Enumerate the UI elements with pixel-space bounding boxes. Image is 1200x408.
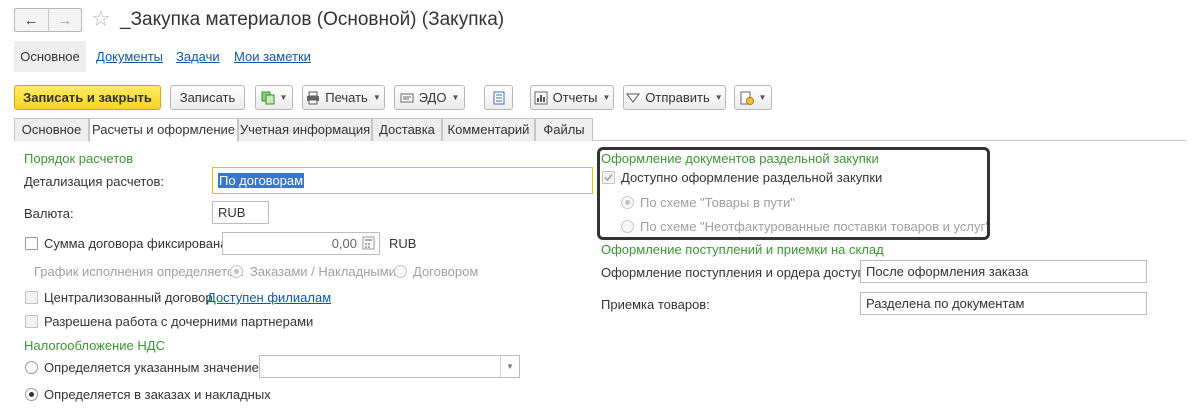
fixed-sum-label: Сумма договора фиксирована	[44, 236, 228, 251]
payment-group-title: Порядок расчетов	[24, 151, 134, 166]
tab-accounting[interactable]: Учетная информация	[238, 118, 372, 141]
chevron-down-icon: ▼	[714, 93, 723, 102]
section-documents-link[interactable]: Документы	[96, 41, 163, 72]
tab-files[interactable]: Файлы	[535, 118, 593, 141]
chevron-down-icon[interactable]: ▼	[500, 356, 519, 377]
reports-label: Отчеты	[552, 90, 598, 105]
fixed-sum-checkbox[interactable]	[25, 237, 38, 250]
schedule-orders-radio[interactable]	[230, 265, 243, 278]
forward-arrow-icon[interactable]: →	[47, 9, 82, 31]
centralized-label: Централизованный договор	[44, 290, 213, 305]
edo-icon	[400, 93, 414, 102]
vat-specified-label: Определяется указанным значением	[44, 360, 268, 375]
vat-value-select[interactable]	[259, 355, 520, 378]
acceptance-field[interactable]: Разделена по документам	[860, 292, 1147, 315]
document-settings-icon	[740, 91, 754, 105]
tab-payments[interactable]: Расчеты и оформление	[89, 118, 238, 142]
tab-main[interactable]: Основное	[14, 118, 89, 141]
tab-delivery[interactable]: Доставка	[372, 118, 442, 141]
detail-label: Детализация расчетов:	[24, 174, 164, 189]
tab-comment[interactable]: Комментарий	[442, 118, 535, 141]
schedule-orders-label: Заказами / Накладными	[250, 264, 396, 279]
fixed-sum-currency: RUB	[389, 236, 417, 251]
more-actions-button[interactable]: ▼	[734, 85, 772, 110]
acceptance-label: Приемка товаров:	[601, 297, 710, 312]
structure-button[interactable]	[484, 85, 513, 110]
fixed-sum-field[interactable]: 0,00	[222, 232, 380, 255]
send-button[interactable]: Отправить ▼	[623, 85, 726, 110]
reports-icon	[534, 91, 548, 104]
chevron-down-icon: ▼	[451, 93, 460, 102]
receipt-group-title: Оформление поступлений и приемки на скла…	[601, 242, 884, 257]
reports-button[interactable]: Отчеты ▼	[530, 85, 614, 110]
window-title: _Закупка материалов (Основной) (Закупка)	[120, 9, 505, 30]
chevron-down-icon: ▼	[279, 93, 288, 102]
edo-button[interactable]: ЭДО ▼	[394, 85, 465, 110]
save-and-close-label: Записать и закрыть	[23, 90, 152, 105]
create-based-on-icon	[261, 91, 275, 104]
chevron-down-icon: ▼	[372, 93, 381, 102]
detail-field[interactable]: По договорам	[212, 167, 593, 194]
create-based-on-button[interactable]: ▼	[255, 85, 293, 110]
calculator-icon[interactable]	[362, 236, 375, 250]
centralized-checkbox[interactable]	[25, 291, 38, 304]
history-nav: ← →	[14, 8, 82, 32]
back-arrow-icon[interactable]: ←	[15, 9, 48, 31]
section-tasks-link[interactable]: Задачи	[176, 41, 220, 72]
save-and-close-button[interactable]: Записать и закрыть	[14, 85, 161, 110]
printer-icon	[307, 91, 320, 104]
section-notes-link[interactable]: Мои заметки	[234, 41, 311, 72]
schedule-label: График исполнения определяется:	[34, 264, 245, 279]
subsidiaries-label: Разрешена работа с дочерними партнерами	[44, 314, 314, 329]
chevron-down-icon: ▼	[758, 93, 767, 102]
send-icon	[626, 93, 641, 103]
chevron-down-icon: ▼	[602, 93, 611, 102]
send-label: Отправить	[645, 90, 710, 105]
vat-group-title: Налогообложение НДС	[24, 338, 165, 353]
vat-in-documents-radio[interactable]	[25, 388, 38, 401]
branches-link[interactable]: Доступен филиалам	[207, 290, 331, 305]
subsidiaries-checkbox[interactable]	[25, 315, 38, 328]
save-label: Записать	[179, 90, 236, 105]
highlight-frame	[597, 147, 990, 240]
document-list-icon	[493, 91, 504, 104]
save-button[interactable]: Записать	[170, 85, 245, 110]
currency-label: Валюта:	[24, 206, 74, 221]
vat-specified-radio[interactable]	[25, 361, 38, 374]
star-icon[interactable]: ☆	[91, 6, 111, 32]
section-main[interactable]: Основное	[14, 41, 86, 72]
orders-available-label: Оформление поступления и ордера доступно…	[601, 265, 883, 280]
print-button[interactable]: Печать ▼	[302, 85, 385, 110]
print-label: Печать	[325, 90, 368, 105]
fixed-sum-value: 0,00	[331, 236, 357, 251]
vat-in-documents-label: Определяется в заказах и накладных	[44, 387, 271, 402]
schedule-contract-radio[interactable]	[394, 265, 407, 278]
edo-label: ЭДО	[418, 90, 447, 105]
detail-value: По договорам	[218, 173, 305, 188]
schedule-contract-label: Договором	[413, 264, 479, 279]
orders-available-field[interactable]: После оформления заказа	[860, 260, 1147, 283]
currency-field[interactable]: RUB	[212, 201, 269, 224]
